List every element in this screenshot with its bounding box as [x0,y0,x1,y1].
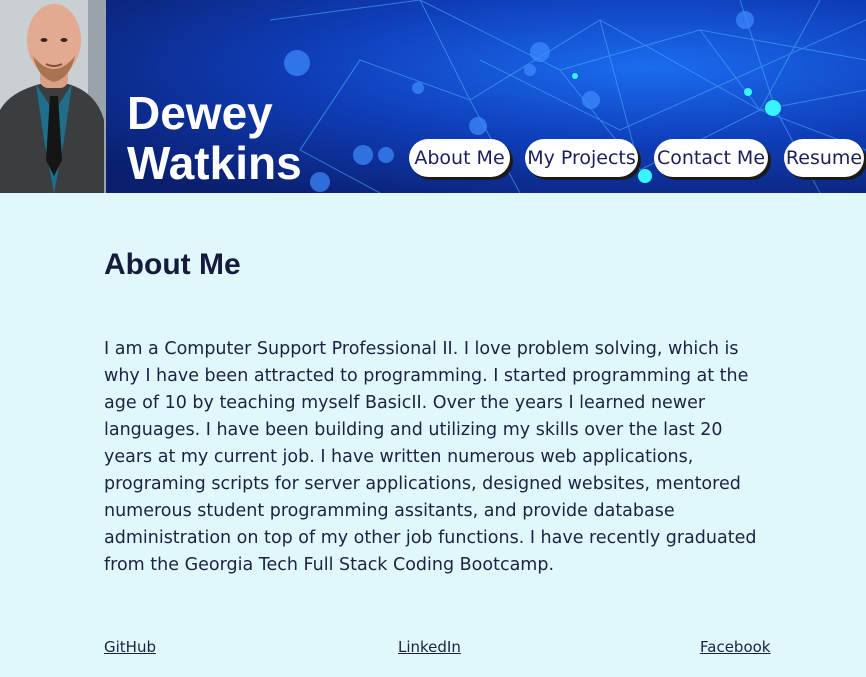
bio-paragraph: I am a Computer Support Professional II.… [104,339,757,575]
site-header: Dewey Watkins About Me My Projects Conta… [0,0,866,193]
page-title: About Me [104,248,241,281]
nav-about-me-button[interactable]: About Me [409,139,510,177]
site-title-first-name: Dewey [127,87,273,139]
footer-github-link[interactable]: GitHub [104,638,156,656]
avatar [0,0,106,193]
footer-linkedin-link[interactable]: LinkedIn [398,638,461,656]
profile-photo-icon [0,0,106,193]
site-title-last-name: Watkins [127,137,302,189]
footer-facebook-link[interactable]: Facebook [700,638,770,656]
nav-my-projects-button[interactable]: My Projects [525,139,638,177]
nav-resume-button[interactable]: Resume [784,139,864,177]
nav-contact-me-button[interactable]: Contact Me [654,139,768,177]
site-title: Dewey Watkins [127,88,302,188]
